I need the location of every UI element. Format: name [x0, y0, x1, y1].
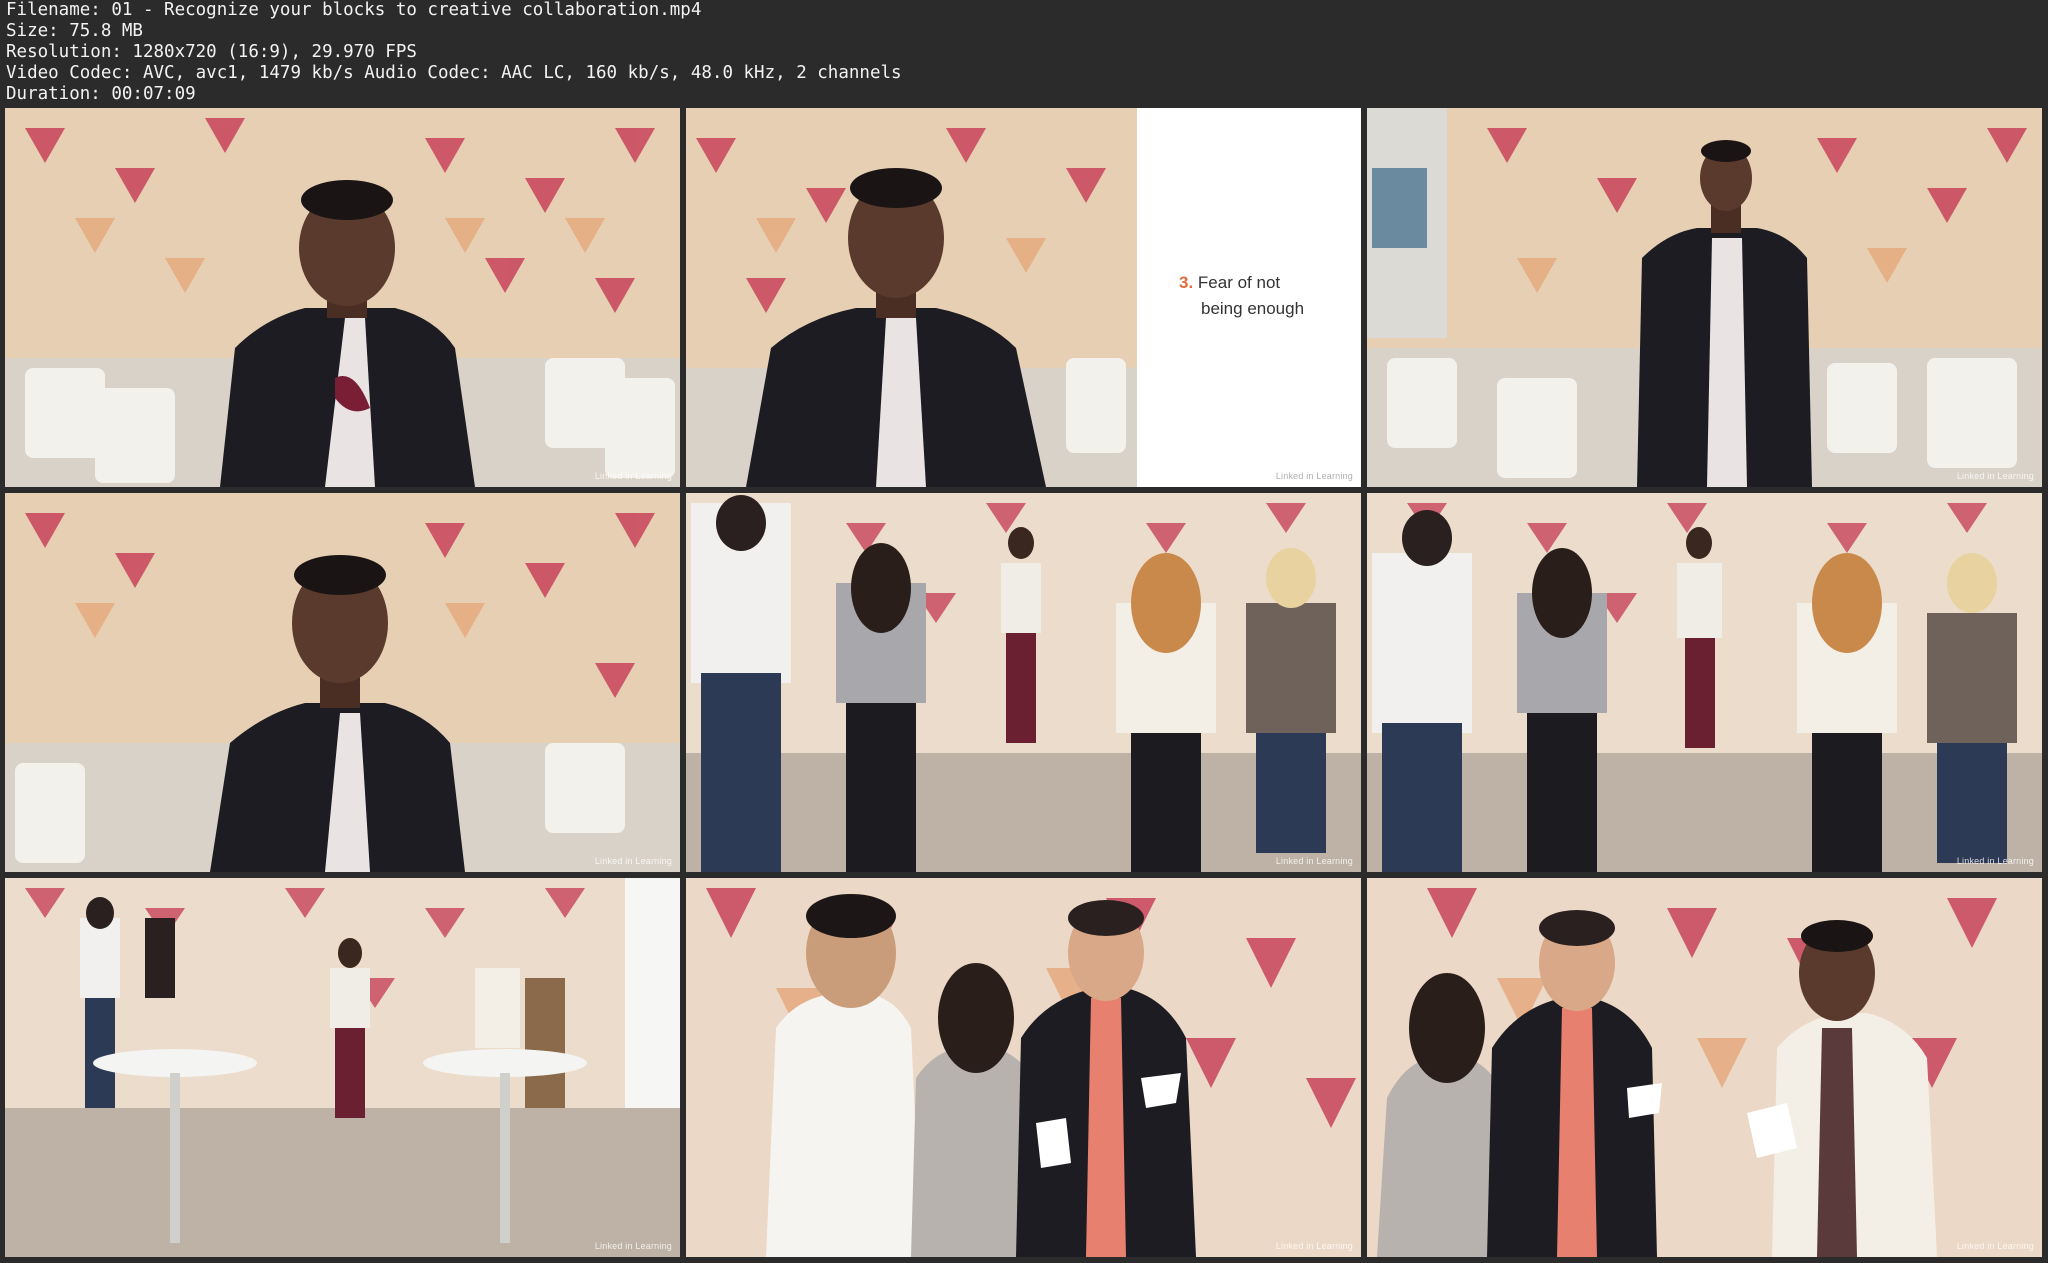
- linkedin-learning-watermark: Linked in Learning: [594, 471, 672, 481]
- thumbnail-5: Linked in Learning: [686, 493, 1361, 872]
- linkedin-learning-watermark: Linked in Learning: [1956, 471, 2034, 481]
- linkedin-learning-watermark: Linked in Learning: [1275, 1241, 1353, 1251]
- linkedin-learning-watermark: Linked in Learning: [1956, 1241, 2034, 1251]
- thumbnail-3: Linked in Learning: [1367, 108, 2042, 487]
- filename-text: Filename: 01 - Recognize your blocks to …: [6, 0, 702, 20]
- duration-text: Duration: 00:07:09: [6, 84, 196, 104]
- codec-text: Video Codec: AVC, avc1, 1479 kb/s Audio …: [6, 63, 902, 83]
- resolution-text: Resolution: 1280x720 (16:9), 29.970 FPS: [6, 42, 417, 62]
- thumbnail-8: Linked in Learning: [686, 878, 1361, 1257]
- size-text: Size: 75.8 MB: [6, 21, 143, 41]
- slide-line-2: being enough: [1201, 299, 1305, 318]
- thumbnail-7: Linked in Learning: [5, 878, 680, 1257]
- thumbnail-9: Linked in Learning: [1367, 878, 2042, 1257]
- thumbnail-6: Linked in Learning: [1367, 493, 2042, 872]
- slide-text: 3. Fear of not being enough: [1179, 270, 1304, 322]
- linkedin-learning-watermark: Linked in Learning: [594, 1241, 672, 1251]
- slide-number: 3.: [1179, 273, 1194, 292]
- thumbnail-2: 3. Fear of not being enough Linked in Le…: [686, 108, 1361, 487]
- thumbnail-grid: Linked in Learning 3. Fear of not being …: [5, 108, 2043, 1258]
- linkedin-learning-watermark: Linked in Learning: [1275, 856, 1353, 866]
- linkedin-learning-watermark: Linked in Learning: [594, 856, 672, 866]
- slide-panel: 3. Fear of not being enough Linked in Le…: [1137, 108, 1361, 487]
- linkedin-learning-watermark: Linked in Learning: [1956, 856, 2034, 866]
- slide-line-1: Fear of not: [1197, 273, 1281, 292]
- thumbnail-4: Linked in Learning: [5, 493, 680, 872]
- linkedin-learning-watermark: Linked in Learning: [1275, 471, 1353, 481]
- thumbnail-1: Linked in Learning: [5, 108, 680, 487]
- file-info-header: Filename: 01 - Recognize your blocks to …: [6, 0, 2036, 106]
